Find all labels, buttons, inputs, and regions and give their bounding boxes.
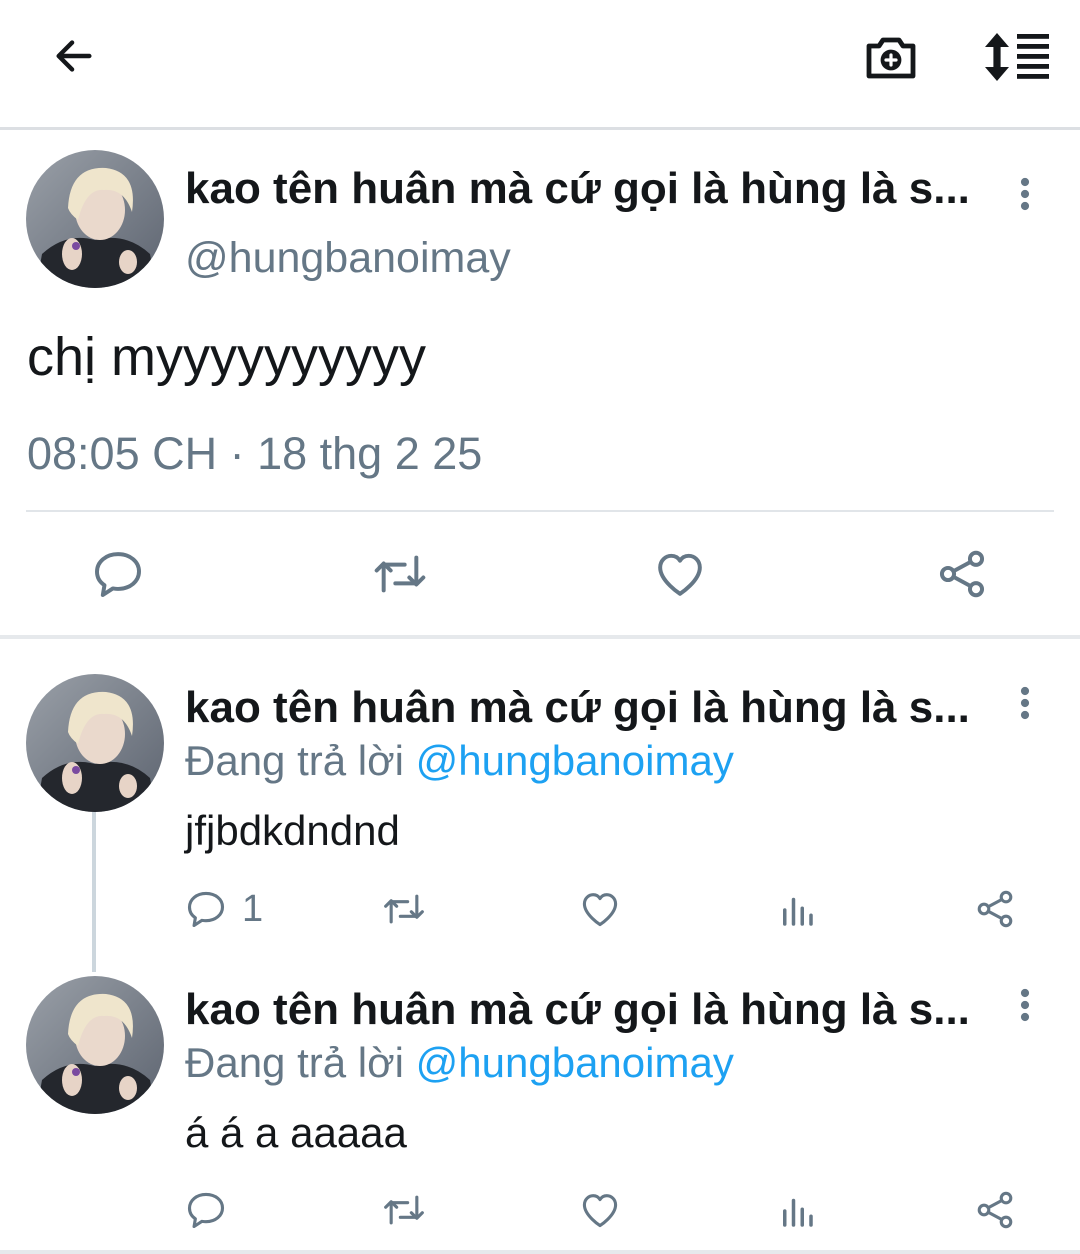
replying-to: Đang trả lời @hungbanoimay xyxy=(185,737,734,785)
share-icon xyxy=(934,546,990,602)
like-button[interactable] xyxy=(578,887,622,931)
avatar[interactable] xyxy=(26,150,164,288)
reply-button[interactable]: 1 xyxy=(184,887,263,931)
avatar[interactable] xyxy=(26,976,164,1114)
reply-tweet[interactable]: kao tên huân mà cứ gọi là hùng là s... Đ… xyxy=(0,639,1080,959)
more-vertical-icon xyxy=(1019,987,1031,1023)
share-icon xyxy=(973,1188,1017,1232)
retweet-icon xyxy=(380,1188,428,1232)
reply-count: 1 xyxy=(242,887,264,930)
retweet-icon xyxy=(380,887,428,931)
reply-tweet[interactable]: kao tên huân mà cứ gọi là hùng là s... Đ… xyxy=(0,959,1080,1250)
analytics-icon xyxy=(776,1190,818,1232)
more-vertical-icon xyxy=(1019,685,1031,721)
like-icon xyxy=(652,546,708,602)
like-icon xyxy=(578,887,622,931)
user-handle[interactable]: @hungbanoimay xyxy=(185,234,511,283)
display-name[interactable]: kao tên huân mà cứ gọi là hùng là s... xyxy=(185,683,985,733)
mention-link[interactable]: @hungbanoimay xyxy=(416,1039,734,1086)
tweet-timestamp[interactable]: 08:05 CH · 18 thg 2 25 xyxy=(27,428,482,480)
camera-button[interactable] xyxy=(856,22,926,92)
reply-button[interactable] xyxy=(184,1188,228,1232)
like-icon xyxy=(578,1188,622,1232)
sort-list-icon xyxy=(985,33,1049,81)
share-button[interactable] xyxy=(934,546,990,602)
replying-to: Đang trả lời @hungbanoimay xyxy=(185,1039,734,1087)
retweet-button[interactable] xyxy=(380,887,428,931)
more-options-button[interactable] xyxy=(1005,164,1045,224)
replying-to-label: Đang trả lời xyxy=(185,737,416,784)
bottom-divider xyxy=(0,1250,1080,1254)
tweet-text: jfjbdkdndnd xyxy=(185,807,400,854)
analytics-icon xyxy=(776,889,818,931)
sort-button[interactable] xyxy=(978,22,1056,92)
analytics-button[interactable] xyxy=(776,1190,818,1232)
avatar[interactable] xyxy=(26,674,164,812)
back-button[interactable] xyxy=(40,22,108,90)
retweet-button[interactable] xyxy=(370,546,430,602)
replying-to-label: Đang trả lời xyxy=(185,1039,416,1086)
share-button[interactable] xyxy=(973,887,1017,931)
more-options-button[interactable] xyxy=(1005,673,1045,733)
more-options-button[interactable] xyxy=(1005,975,1045,1035)
reply-icon xyxy=(184,887,228,931)
reply-icon xyxy=(184,1188,228,1232)
tweet-divider xyxy=(26,510,1054,512)
analytics-button[interactable] xyxy=(776,889,818,931)
share-button[interactable] xyxy=(973,1188,1017,1232)
display-name[interactable]: kao tên huân mà cứ gọi là hùng là s... xyxy=(185,164,985,214)
more-vertical-icon xyxy=(1019,176,1031,212)
camera-plus-icon xyxy=(866,37,916,79)
display-name[interactable]: kao tên huân mà cứ gọi là hùng là s... xyxy=(185,985,985,1035)
retweet-button[interactable] xyxy=(380,1188,428,1232)
tweet-text: á á a aaaaa xyxy=(185,1109,407,1156)
share-icon xyxy=(973,887,1017,931)
tweet-text: chị myyyyyyyyyy xyxy=(27,327,427,387)
reply-icon xyxy=(90,546,146,602)
mention-link[interactable]: @hungbanoimay xyxy=(416,737,734,784)
like-button[interactable] xyxy=(578,1188,622,1232)
reply-button[interactable] xyxy=(90,546,146,602)
retweet-icon xyxy=(370,546,430,602)
top-app-bar xyxy=(0,0,1080,128)
arrow-left-icon xyxy=(56,40,92,72)
main-tweet: kao tên huân mà cứ gọi là hùng là s... @… xyxy=(0,130,1080,635)
like-button[interactable] xyxy=(652,546,708,602)
